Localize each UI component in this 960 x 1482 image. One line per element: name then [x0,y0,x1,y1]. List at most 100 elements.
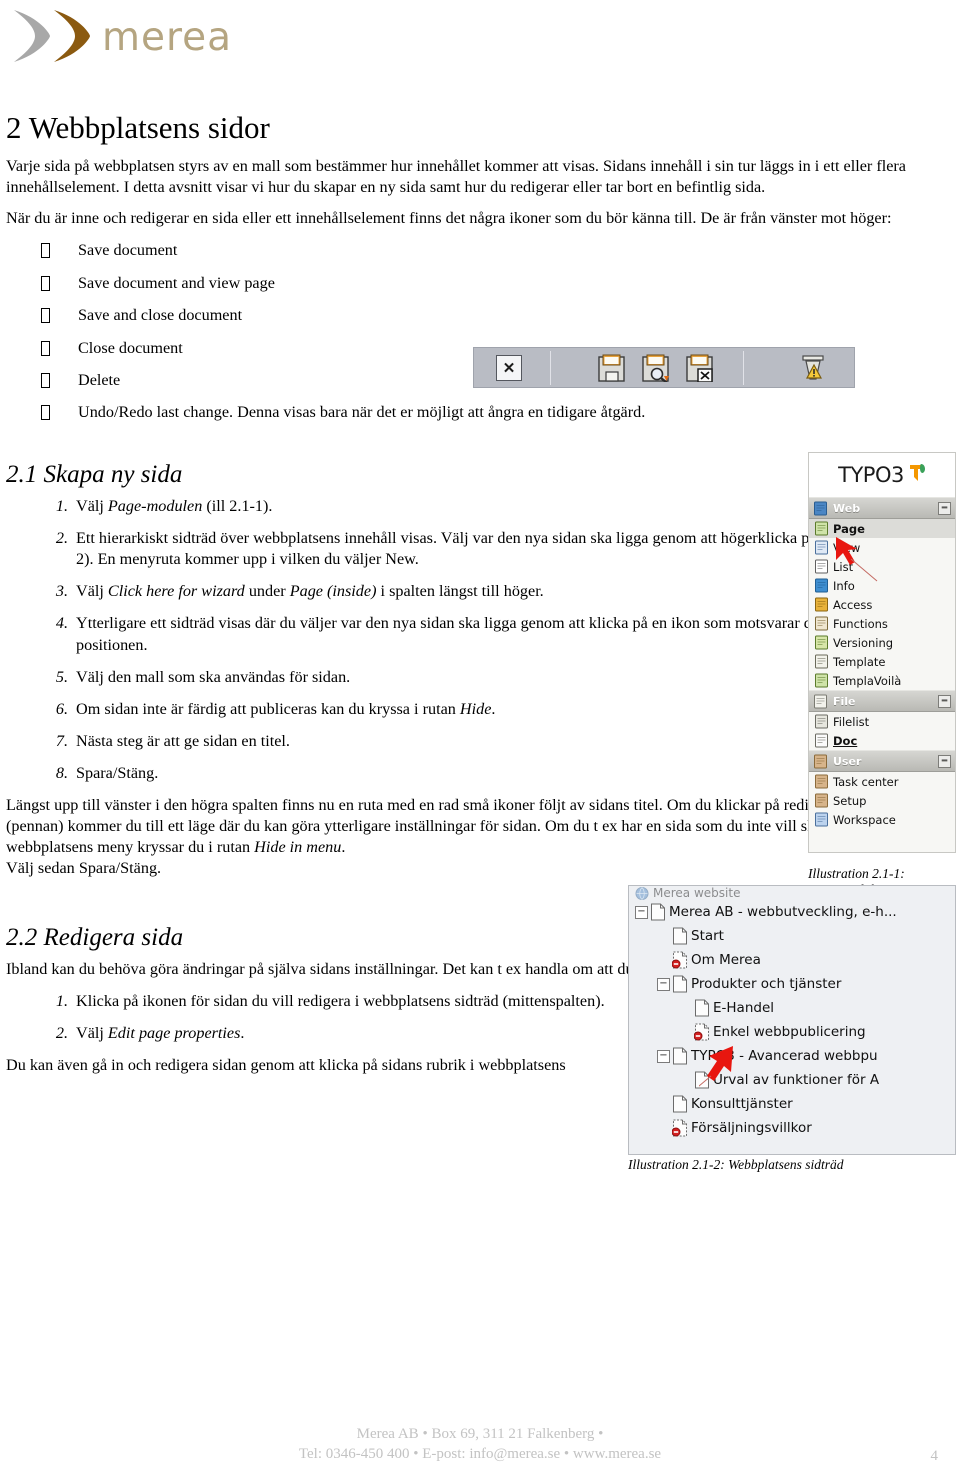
icon-description-item: Save document and view page [6,273,954,294]
list-text: Välj Click here for wizard under Page (i… [76,582,544,601]
tree-row-label: Merea AB - webbutveckling, e-h... [669,904,897,920]
module-item-list[interactable]: List [809,557,955,576]
templavoila-icon [815,673,828,688]
module-item-workspace[interactable]: Workspace [809,810,955,829]
workspace-icon [815,812,828,827]
module-group-file[interactable]: File − [809,690,955,712]
module-item-label: Task center [833,774,899,789]
missing-glyph-bullet-icon [41,340,50,356]
page-hidden-icon [693,1023,709,1041]
missing-glyph-bullet-icon [41,372,50,388]
module-item-label: View [833,540,861,555]
module-item-filelist[interactable]: Filelist [809,712,955,731]
tree-row[interactable]: − Merea AB - webbutveckling, e-h... [629,900,955,924]
icon-description-label: Delete [78,370,121,389]
folder-icon [814,694,827,709]
typo3-logo-mark [908,463,926,487]
user-icon [814,754,827,769]
page-icon [651,903,665,921]
module-group-label: User [833,754,862,768]
module-item-view[interactable]: View [809,538,955,557]
module-item-access[interactable]: Access [809,595,955,614]
tree-row-label: Urval av funktioner för A [713,1072,880,1088]
list-number: 8. [55,763,68,782]
list-text: Välj den mall som ska användas för sidan… [76,667,351,686]
icon-description-list: Save document Save document and view page… [6,240,954,423]
tree-row-label: Start [691,928,724,944]
tree-root-label: Merea website [653,886,741,900]
missing-glyph-bullet-icon [41,405,50,421]
tree-row[interactable]: − Produkter och tjänster [629,972,955,996]
module-item-label: Access [833,597,873,612]
task-center-icon [815,774,828,789]
tree-row[interactable]: E-Handel [629,996,955,1020]
view-module-icon [815,540,828,555]
module-item-task-center[interactable]: Task center [809,772,955,791]
missing-glyph-bullet-icon [41,243,50,259]
doc-icon [815,733,828,748]
module-item-functions[interactable]: Functions [809,614,955,633]
module-item-label: TemplaVoilà [833,673,902,688]
tree-toggle-icon[interactable]: − [657,977,670,991]
module-item-label: Template [833,654,886,669]
tree-row[interactable]: Försäljningsvillkor [629,1116,955,1140]
collapse-toggle-icon[interactable]: − [938,501,951,515]
caption-text: Illustration 2.1-2: Webbplatsens sidträd [628,1157,844,1172]
tree-root-row: Merea website [629,886,955,900]
module-item-versioning[interactable]: Versioning [809,633,955,652]
list-text: Ytterligare ett sidträd visas där du väl… [76,614,885,654]
module-item-label: Page [833,521,865,536]
tree-row-label: Produkter och tjänster [691,976,842,992]
intro-paragraph-2: När du är inne och redigerar en sida ell… [6,209,892,228]
module-item-page[interactable]: Page [809,519,955,538]
list-text: Klicka på ikonen för sidan du vill redig… [76,992,605,1011]
tree-row[interactable]: Om Merea [629,948,955,972]
tree-row[interactable]: − TYPO3 - Avancerad webbpu [629,1044,955,1068]
missing-glyph-bullet-icon [41,308,50,324]
page-icon [673,1095,687,1113]
close-document-icon: ✕ [492,353,526,383]
list-number: 1. [55,497,68,516]
save-document-icon [595,353,629,383]
collapse-toggle-icon[interactable]: − [938,754,951,768]
module-group-web[interactable]: Web − [809,497,955,519]
tree-toggle-icon[interactable]: − [635,905,648,919]
functions-hand-icon [815,616,828,631]
tree-row[interactable]: Enkel webbpublicering [629,1020,955,1044]
module-item-info[interactable]: Info [809,576,955,595]
page-tree-screenshot: Merea website − Merea AB - webbutveckling… [628,885,956,1155]
list-number: 5. [55,667,68,686]
tree-row[interactable]: Konsulttjänster [629,1092,955,1116]
tree-toggle-icon[interactable]: − [657,1049,670,1063]
typo3-logo-text: TYPO3 [838,463,904,487]
list-number: 3. [55,582,68,601]
module-item-doc[interactable]: Doc [809,731,955,750]
tree-row[interactable]: Start [629,924,955,948]
collapse-toggle-icon[interactable]: − [938,694,951,708]
list-text: Välj Edit page properties. [76,1024,245,1043]
page-module-icon [815,521,828,536]
page-icon [673,975,687,993]
page-number: 4 [930,1448,939,1464]
module-item-template[interactable]: Template [809,652,955,671]
icon-description-item: Save document [6,240,954,261]
module-item-label: Functions [833,616,888,631]
icon-description-label: Close document [78,338,183,357]
module-item-templavoilà[interactable]: TemplaVoilà [809,671,955,690]
illustration-caption-2-1-2: Illustration 2.1-2: Webbplatsens sidträd [628,1157,958,1173]
tree-row[interactable]: Urval av funktioner för A [629,1068,955,1092]
module-item-label: Filelist [833,714,870,729]
list-number: 6. [55,699,68,718]
module-group-user[interactable]: User − [809,750,955,772]
toolbar-divider-2 [743,350,744,385]
page-icon [673,927,687,945]
list-text: Nästa steg är att ge sidan en titel. [76,731,290,750]
list-number: 1. [55,992,68,1011]
merea-logo: merea [6,6,246,66]
module-item-setup[interactable]: Setup [809,791,955,810]
module-group-label: File [833,694,856,708]
module-item-label: Setup [833,793,867,808]
tree-row-label: Konsulttjänster [691,1096,793,1112]
module-item-label: List [833,559,854,574]
save-and-close-icon [683,353,717,383]
